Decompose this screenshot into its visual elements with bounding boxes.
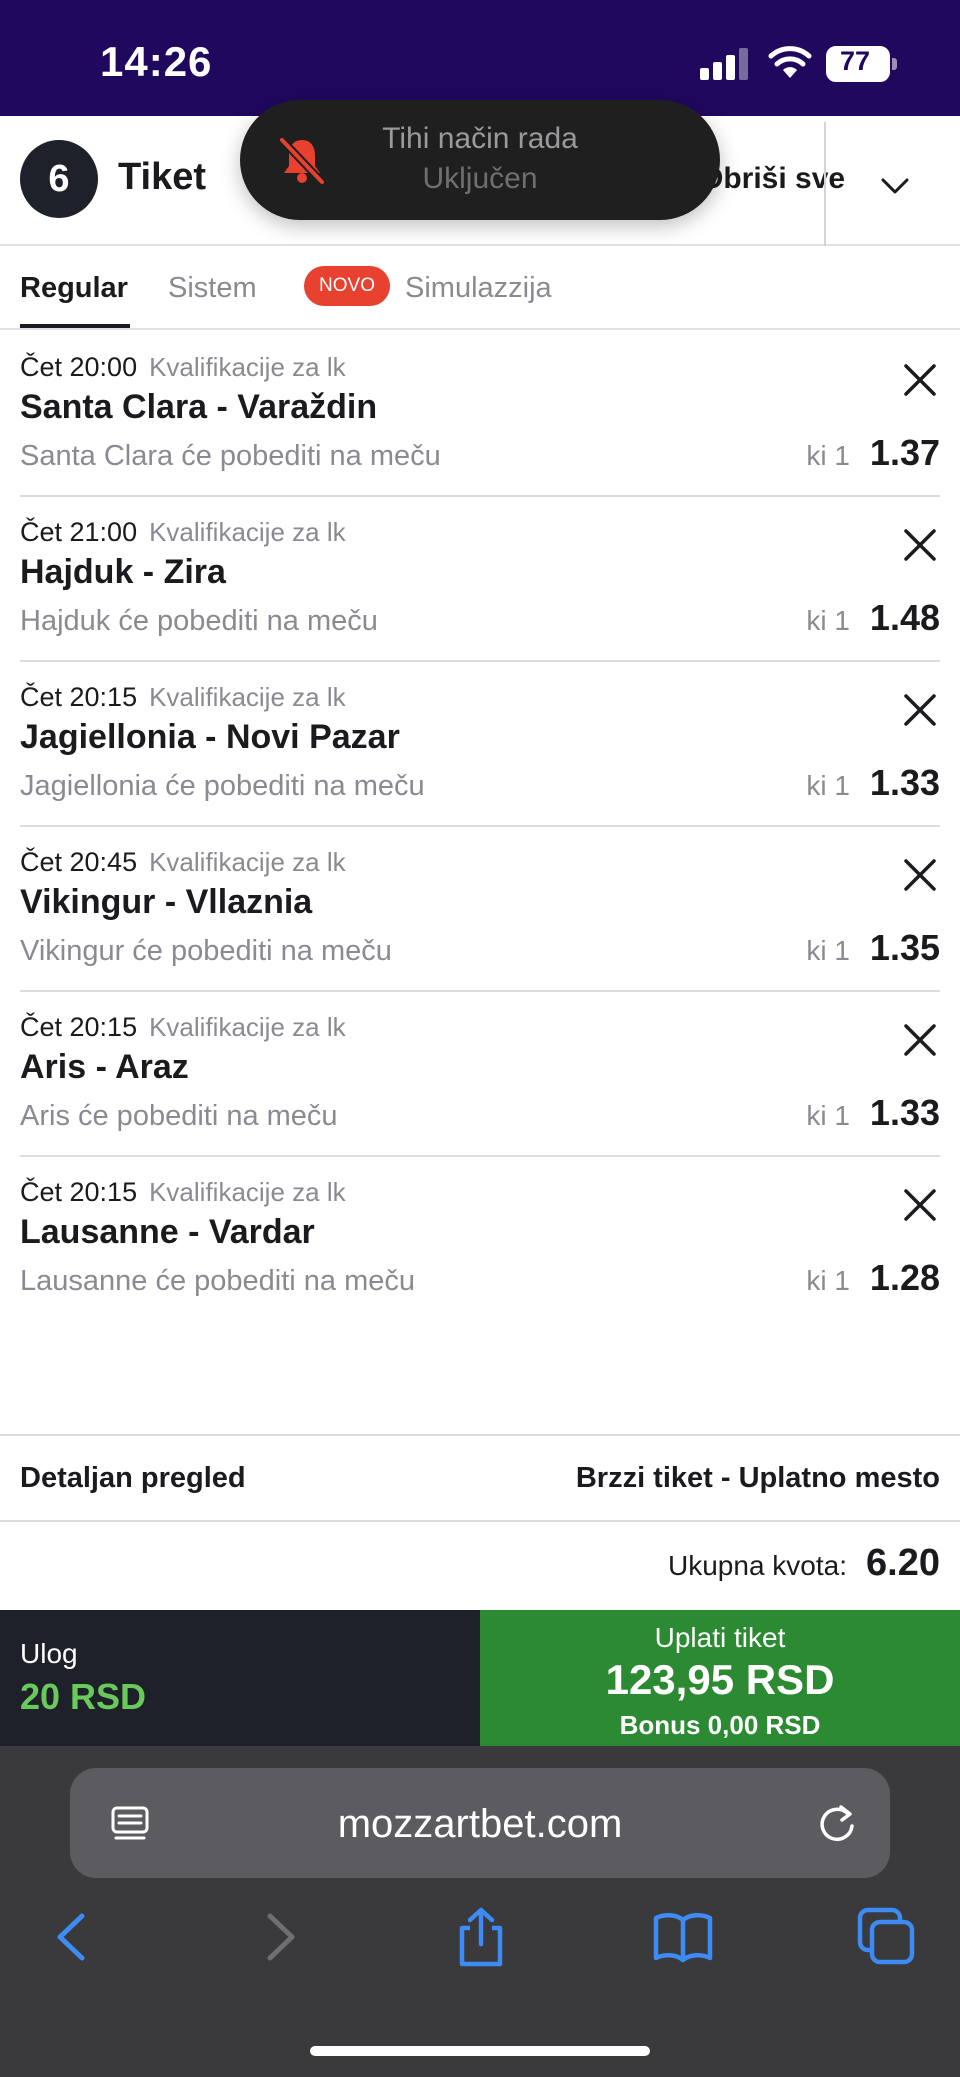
bet-time: Čet 20:45 Kvalifikacije za lk <box>20 847 346 877</box>
bet-pick: Hajduk će pobediti na meču <box>20 605 378 637</box>
chevron-down-icon[interactable] <box>860 166 930 206</box>
divider <box>0 1434 960 1436</box>
share-icon[interactable] <box>450 1906 512 1968</box>
page-title: Tiket <box>118 156 207 198</box>
back-icon[interactable] <box>42 1906 104 1968</box>
bet-odd: 1.28 <box>869 1257 940 1298</box>
silent-mode-toast: Tihi način rada Uključen <box>240 100 720 220</box>
bet-market: ki 1 <box>806 1100 850 1131</box>
bet-item: Čet 21:00 Kvalifikacije za lk Hajduk - Zi… <box>0 497 960 662</box>
bet-league: Kvalifikacije za lk <box>149 1177 346 1207</box>
bet-item: Čet 20:45 Kvalifikacije za lk Vikingur - … <box>0 827 960 992</box>
bet-match: Hajduk - Zira <box>20 553 226 591</box>
bet-item: Čet 20:15 Kvalifikacije za lk Jagiellonia… <box>0 662 960 827</box>
bet-match: Lausanne - Vardar <box>20 1213 315 1251</box>
bet-league: Kvalifikacije za lk <box>149 1012 346 1042</box>
battery-icon: 77 <box>826 46 897 82</box>
place-bet-button[interactable]: Uplati tiket 123,95 RSD Bonus 0,00 RSD <box>480 1610 960 1746</box>
bet-league: Kvalifikacije za lk <box>149 682 346 712</box>
stake-value: 20 RSD <box>20 1676 147 1717</box>
bet-odd: 1.37 <box>869 432 940 473</box>
toast-title: Tihi način rada <box>382 122 578 155</box>
potential-win: 123,95 RSD <box>605 1656 835 1703</box>
battery-percent: 77 <box>839 46 871 76</box>
bookmarks-icon[interactable] <box>652 1906 714 1968</box>
active-tab-indicator <box>20 324 130 328</box>
bet-market: ki 1 <box>806 605 850 636</box>
bet-market: ki 1 <box>806 770 850 801</box>
bet-item: Čet 20:15 Kvalifikacije za lk Lausanne - … <box>0 1157 960 1322</box>
close-icon[interactable] <box>902 362 938 398</box>
bet-match: Vikingur - Vllaznia <box>20 883 313 921</box>
stake-input[interactable]: Ulog 20 RSD <box>0 1610 480 1746</box>
total-odds-value: 6.20 <box>866 1542 940 1584</box>
tabs-icon[interactable] <box>856 1906 918 1968</box>
bet-odd: 1.35 <box>869 927 940 968</box>
quick-ticket-link[interactable]: Brzzi tiket - Uplatno mesto <box>576 1462 940 1495</box>
tab-regular[interactable]: Regular <box>20 272 128 305</box>
bet-market: ki 1 <box>806 440 850 471</box>
bet-match: Santa Clara - Varaždin <box>20 388 378 426</box>
bet-odd: 1.33 <box>869 1092 940 1133</box>
bet-time: Čet 21:00 Kvalifikacije za lk <box>20 517 346 547</box>
bet-odd: 1.33 <box>869 762 940 803</box>
wifi-icon <box>768 46 812 78</box>
detailed-view-link[interactable]: Detaljan pregled <box>20 1462 246 1495</box>
selection-count-badge: 6 <box>20 140 98 218</box>
total-odds-label: Ukupna kvota: <box>668 1550 847 1581</box>
bet-market: ki 1 <box>806 1265 850 1296</box>
divider <box>0 1520 960 1522</box>
header-divider <box>824 122 826 246</box>
bet-league: Kvalifikacije za lk <box>149 847 346 877</box>
close-icon[interactable] <box>902 527 938 563</box>
bet-market: ki 1 <box>806 935 850 966</box>
bet-pick: Vikingur će pobediti na meču <box>20 935 392 967</box>
bonus-amount: Bonus 0,00 RSD <box>619 1710 821 1740</box>
bet-match: Aris - Araz <box>20 1048 189 1086</box>
bet-match: Jagiellonia - Novi Pazar <box>20 718 400 756</box>
ticket-type-tabs: Regular Sistem NOVO Simulazzija <box>0 246 960 330</box>
close-icon[interactable] <box>902 1187 938 1223</box>
close-icon[interactable] <box>902 692 938 728</box>
status-time: 14:26 <box>100 38 213 85</box>
bet-item: Čet 20:15 Kvalifikacije za lk Aris - Araz… <box>0 992 960 1157</box>
browser-toolbar: mozzartbet.com <box>0 1746 960 2077</box>
bet-time: Čet 20:15 Kvalifikacije za lk <box>20 1177 346 1207</box>
toast-subtitle: Uključen <box>422 162 538 195</box>
bet-league: Kvalifikacije za lk <box>149 352 346 382</box>
bet-pick: Santa Clara će pobediti na meču <box>20 440 441 472</box>
forward-icon[interactable] <box>248 1906 310 1968</box>
reload-icon[interactable] <box>816 1802 858 1844</box>
status-bar: 14:26 77 <box>0 0 960 116</box>
stake-label: Ulog <box>20 1638 78 1669</box>
url-text: mozzartbet.com <box>337 1802 623 1846</box>
tab-simulazzija[interactable]: Simulazzija <box>405 272 552 305</box>
close-icon[interactable] <box>902 857 938 893</box>
bet-time: Čet 20:00 Kvalifikacije za lk <box>20 352 346 382</box>
address-bar[interactable]: mozzartbet.com <box>70 1768 890 1878</box>
close-icon[interactable] <box>902 1022 938 1058</box>
home-indicator[interactable] <box>310 2046 650 2056</box>
bet-time: Čet 20:15 Kvalifikacije za lk <box>20 1012 346 1042</box>
bet-time: Čet 20:15 Kvalifikacije za lk <box>20 682 346 712</box>
place-bet-label: Uplati tiket <box>654 1622 786 1653</box>
signal-icon <box>700 48 748 80</box>
bet-odd: 1.48 <box>869 597 940 638</box>
bet-item: Čet 20:00 Kvalifikacije za lk Santa Clara… <box>0 332 960 497</box>
tab-sistem[interactable]: Sistem <box>168 272 257 305</box>
bet-pick: Aris će pobediti na meču <box>20 1100 338 1132</box>
bet-pick: Lausanne će pobediti na meču <box>20 1265 416 1297</box>
bet-league: Kvalifikacije za lk <box>149 517 346 547</box>
new-badge: NOVO <box>304 266 390 306</box>
bet-pick: Jagiellonia će pobediti na meču <box>20 770 425 802</box>
